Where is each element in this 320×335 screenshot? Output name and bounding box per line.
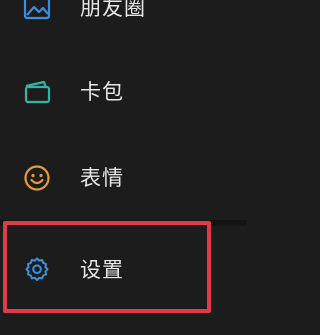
moments-icon <box>20 0 54 25</box>
menu-item-label: 设置 <box>80 257 124 282</box>
section-divider <box>0 220 247 226</box>
menu-item-cards[interactable]: 卡包 <box>0 62 247 122</box>
card-wallet-icon <box>20 75 54 109</box>
menu-item-settings[interactable]: 设置 <box>0 240 247 300</box>
menu-item-label: 表情 <box>80 165 124 190</box>
wechat-me-menu: 朋友圈 卡包 表情 设置 <box>0 0 247 335</box>
menu-item-label: 朋友圈 <box>80 0 146 20</box>
menu-item-moments[interactable]: 朋友圈 <box>0 0 247 38</box>
gear-icon <box>20 253 54 287</box>
smiley-icon <box>20 161 54 195</box>
menu-item-stickers[interactable]: 表情 <box>0 148 247 208</box>
menu-item-label: 卡包 <box>80 79 124 104</box>
